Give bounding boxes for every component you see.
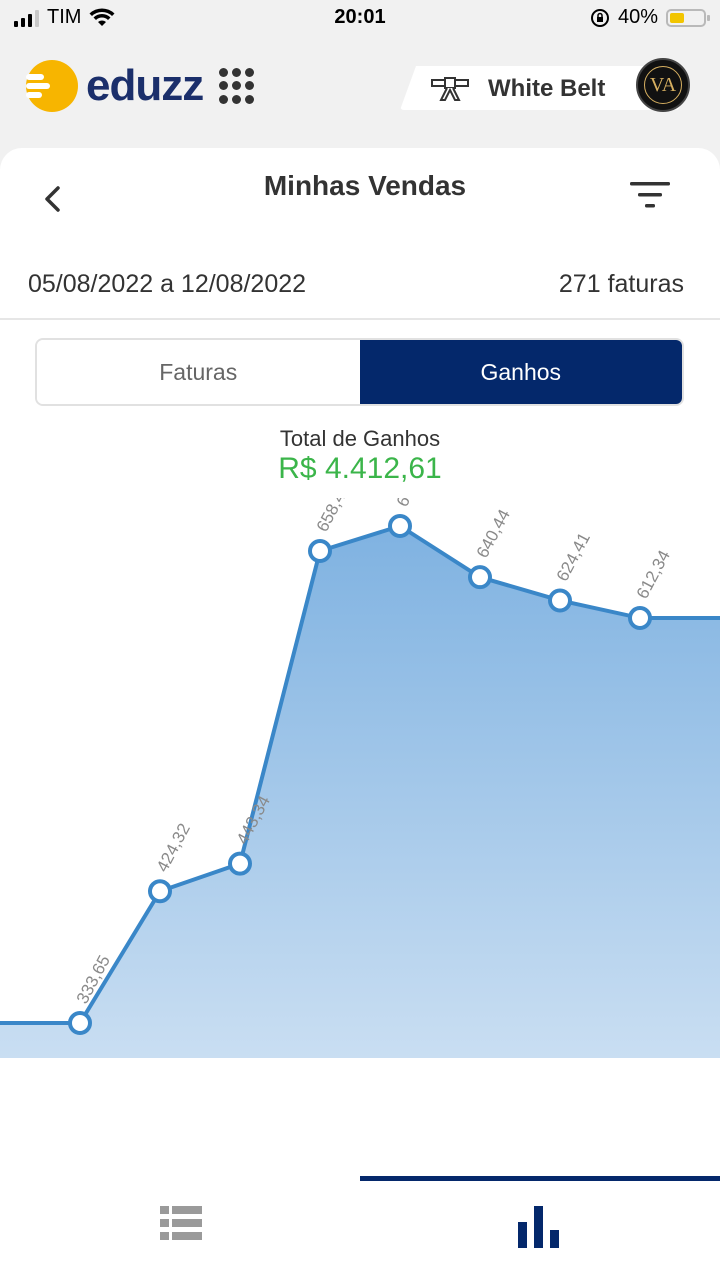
list-icon[interactable] [160,1206,202,1240]
total-label: Total de Ganhos [279,426,441,451]
tab-faturas[interactable]: Faturas [37,340,360,404]
status-right: 40% [590,6,710,29]
battery-percent: 40% [617,6,658,28]
belt-icon [431,77,469,101]
page-title: Minhas Vendas [263,170,467,201]
rotation-lock-icon [590,8,609,27]
data-label: 612,34 [633,547,674,602]
data-label: 675,66 [393,498,434,510]
invoice-count: 271 faturas [558,270,684,298]
bar-chart-icon[interactable] [516,1204,562,1250]
active-tab-indicator [360,1176,720,1181]
data-point[interactable] [148,879,172,904]
date-range[interactable]: 05/08/2022 a 12/08/2022 [28,270,306,299]
data-point[interactable] [468,565,492,590]
battery-icon [666,8,710,27]
earnings-chart: 333,65424,32443,34658,45675,66640,44624,… [0,498,720,1058]
tab-ganhos[interactable]: Ganhos [359,340,682,404]
status-bar: TIM 20:01 40% [0,0,720,36]
data-point[interactable] [228,851,252,876]
sales-card: Minhas Vendas 05/08/2022 a 12/08/2022 27… [0,148,720,1280]
apps-grid-icon[interactable] [219,68,255,104]
divider [0,318,720,320]
total-value: R$ 4.412,61 [278,452,442,485]
logo-text: eduzz [86,61,204,110]
view-toggle: Faturas Ganhos [35,338,684,406]
data-point[interactable] [68,1011,92,1035]
avatar[interactable]: VA [636,58,690,112]
data-point[interactable] [548,588,572,613]
eduzz-logo-icon [26,60,78,112]
data-point[interactable] [308,539,332,564]
avatar-initials: VA [644,66,682,104]
data-label: 624,41 [553,530,594,585]
data-label: 658,45 [313,498,354,535]
data-label: 640,44 [473,506,514,561]
eduzz-logo[interactable]: eduzz [26,60,255,112]
app-header: eduzz White Belt VA [0,40,720,140]
belt-label: White Belt [488,75,606,102]
data-point[interactable] [388,514,412,538]
filter-icon[interactable] [630,180,670,210]
data-point[interactable] [628,606,652,631]
bottom-nav [0,1176,720,1280]
data-label: 424,32 [153,820,194,875]
